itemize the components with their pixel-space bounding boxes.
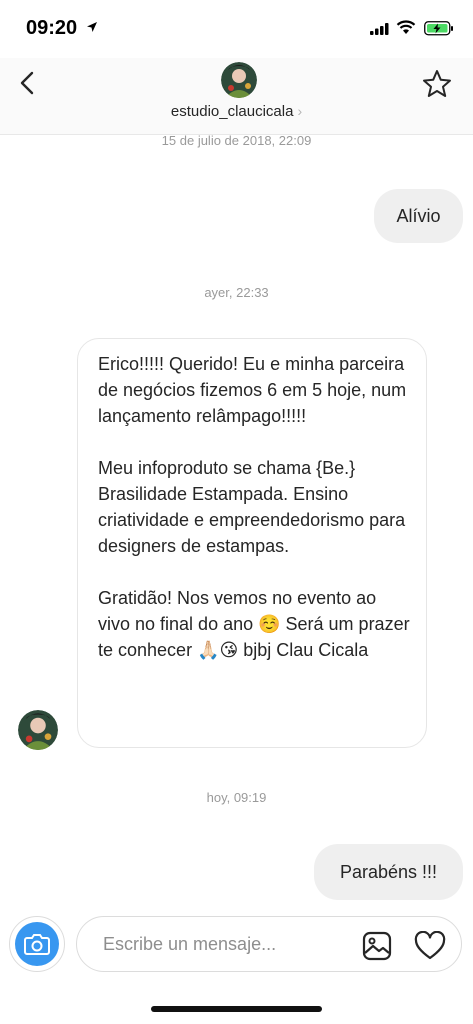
status-bar: 09:20 bbox=[0, 0, 473, 58]
message-timestamp: 15 de julio de 2018, 22:09 bbox=[161, 133, 312, 148]
header-username: estudio_claucicala bbox=[170, 103, 294, 120]
gallery-icon[interactable] bbox=[362, 931, 392, 961]
outgoing-message-bubble[interactable]: Parabéns !!! bbox=[314, 844, 463, 900]
heart-icon[interactable] bbox=[414, 931, 446, 961]
camera-button[interactable] bbox=[9, 916, 65, 972]
message-paragraph: Gratidão! Nos vemos no evento ao vivo no… bbox=[98, 588, 410, 660]
star-icon[interactable] bbox=[421, 68, 453, 100]
message-input-placeholder: Escribe un mensaje... bbox=[103, 934, 277, 954]
chevron-right-icon: › bbox=[297, 103, 303, 119]
sender-avatar[interactable] bbox=[18, 710, 58, 750]
camera-icon bbox=[24, 934, 50, 955]
message-paragraph: Erico!!!!! Querido! Eu e minha parceira … bbox=[98, 354, 407, 426]
header-avatar[interactable] bbox=[221, 62, 257, 98]
battery-charging-icon bbox=[424, 21, 453, 36]
message-paragraph: Meu infoproduto se chama {Be.} Brasilida… bbox=[98, 458, 406, 556]
message-composer: Escribe un mensaje... bbox=[9, 916, 465, 972]
message-input[interactable]: Escribe un mensaje... bbox=[76, 916, 462, 972]
outgoing-message-bubble[interactable]: Alívio bbox=[374, 189, 463, 243]
header-title[interactable]: estudio_claucicala › bbox=[0, 103, 473, 120]
message-timestamp: ayer, 22:33 bbox=[204, 285, 269, 300]
incoming-message-bubble[interactable]: Erico!!!!! Querido! Eu e minha parceira … bbox=[77, 338, 427, 748]
wifi-icon bbox=[396, 20, 416, 34]
back-chevron-icon[interactable] bbox=[14, 68, 44, 98]
home-indicator[interactable] bbox=[151, 1006, 322, 1012]
location-arrow-icon bbox=[87, 22, 97, 32]
chat-header: estudio_claucicala › bbox=[0, 58, 473, 135]
message-timestamp: hoy, 09:19 bbox=[206, 790, 267, 805]
status-time: 09:20 bbox=[26, 17, 78, 39]
signal-icon bbox=[370, 23, 389, 35]
